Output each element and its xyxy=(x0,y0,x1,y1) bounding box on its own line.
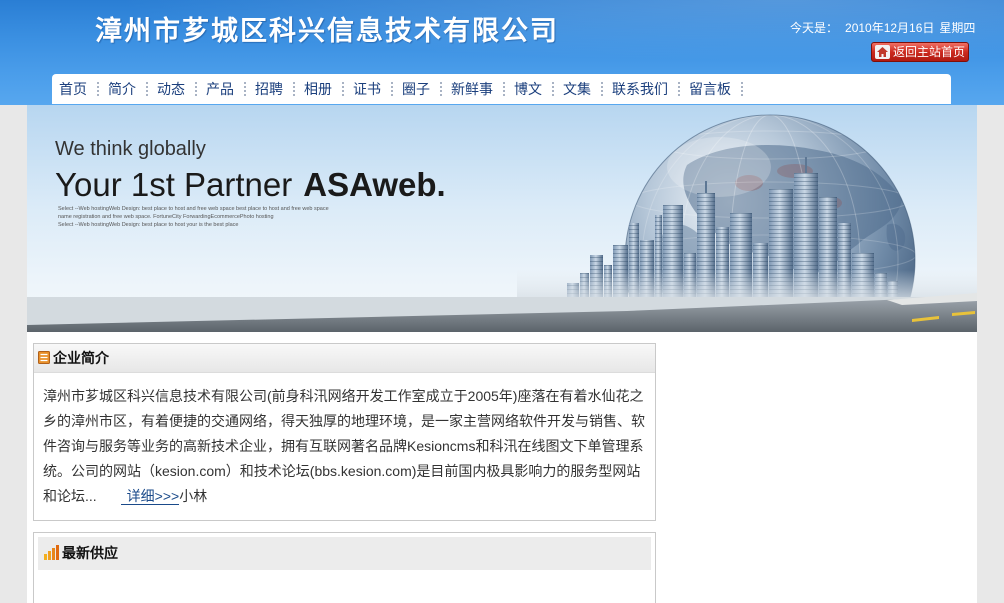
nav-item-circle[interactable]: 圈子 xyxy=(395,79,440,99)
date-value: 2010年12月16日 xyxy=(845,21,935,35)
site-header: 漳州市芗城区科兴信息技术有限公司 今天是： 2010年12月16日 星期四 返回主站… xyxy=(0,0,1004,105)
banner-tagline: We think globally xyxy=(55,138,206,160)
banner-headline: Your 1st Partner ASAweb. xyxy=(55,166,446,203)
nav-item-certificates[interactable]: 证书 xyxy=(346,79,391,99)
today-date: 今天是： 2010年12月16日 星期四 xyxy=(790,21,975,35)
panel-title: 最新供应 xyxy=(62,545,118,561)
company-intro-panel: 企业简介 漳州市芗城区科兴信息技术有限公司(前身科汛网络开发工作室成立于2005… xyxy=(33,343,656,521)
latest-supply-panel: 最新供应 xyxy=(33,532,656,603)
nav-separator xyxy=(678,82,680,96)
nav-separator xyxy=(195,82,197,96)
intro-line: 乡的漳州市区，有着便捷的交通网络，得天独厚的地理环境，是一家主营网络软件开发与销… xyxy=(43,413,645,429)
date-label: 今天是： xyxy=(790,21,839,35)
nav-item-home[interactable]: 首页 xyxy=(52,79,97,99)
nav-separator xyxy=(552,82,554,96)
nav-separator xyxy=(244,82,246,96)
nav-item-news[interactable]: 动态 xyxy=(150,79,195,99)
intro-line: 漳州市芗城区科兴信息技术有限公司(前身科汛网络开发工作室成立于2005年)座落在… xyxy=(43,388,644,404)
read-more-link[interactable]: 详细>>> xyxy=(120,488,180,505)
nav-separator xyxy=(503,82,505,96)
nav-separator xyxy=(293,82,295,96)
intro-line: 和论坛... 详细>>>小林 xyxy=(43,484,655,509)
nav-item-contact[interactable]: 联系我们 xyxy=(605,79,678,99)
nav-separator xyxy=(342,82,344,96)
nav-separator xyxy=(97,82,99,96)
banner-brand: ASAweb. xyxy=(303,166,445,203)
nav-item-album[interactable]: 相册 xyxy=(297,79,342,99)
nav-item-updates[interactable]: 新鲜事 xyxy=(444,79,503,99)
content-area: 企业简介 漳州市芗城区科兴信息技术有限公司(前身科汛网络开发工作室成立于2005… xyxy=(27,332,977,603)
nav-item-jobs[interactable]: 招聘 xyxy=(248,79,293,99)
home-icon xyxy=(875,45,890,59)
banner-small-text: Select --Web hostingWeb Design: best pla… xyxy=(58,206,329,212)
nav-separator xyxy=(391,82,393,96)
main-nav: 首页 简介 动态 产品 招聘 相册 证书 圈子 新鲜事 博文 文集 联系我们 留… xyxy=(52,74,951,104)
nav-separator xyxy=(440,82,442,96)
panel-header: 企业简介 xyxy=(34,344,655,373)
nav-separator xyxy=(146,82,148,96)
intro-line-end: 和论坛... xyxy=(43,488,97,504)
banner-small-text: Select --Web hostingWeb Design: best pla… xyxy=(58,222,238,228)
nav-item-about[interactable]: 简介 xyxy=(101,79,146,99)
intro-line: 件咨询与服务等业务的高新技术企业，拥有互联网著名品牌Kesioncms和科汛在线… xyxy=(43,438,644,454)
intro-line: 统。公司的网站（kesion.com）和技术论坛(bbs.kesion.com)… xyxy=(43,463,641,479)
nav-item-articles[interactable]: 文集 xyxy=(556,79,601,99)
right-column xyxy=(660,343,977,603)
site-title: 漳州市芗城区科兴信息技术有限公司 xyxy=(95,16,559,47)
nav-item-guestbook[interactable]: 留言板 xyxy=(682,79,741,99)
intro-text: 漳州市芗城区科兴信息技术有限公司(前身科汛网络开发工作室成立于2005年)座落在… xyxy=(34,373,655,509)
banner-headline-text: Your 1st Partner xyxy=(55,166,292,203)
author-name: 小林 xyxy=(179,488,208,504)
nav-separator xyxy=(741,82,743,96)
nav-separator xyxy=(601,82,603,96)
nav-item-blog[interactable]: 博文 xyxy=(507,79,552,99)
nav-item-products[interactable]: 产品 xyxy=(199,79,244,99)
banner: We think globally Your 1st Partner ASAweb… xyxy=(27,105,977,332)
return-home-button[interactable]: 返回主站首页 xyxy=(871,42,969,62)
bar-chart-icon xyxy=(43,545,60,560)
banner-small-text: name registration and free web space. Fo… xyxy=(58,214,274,220)
panel-header: 最新供应 xyxy=(38,537,651,570)
banner-image: We think globally Your 1st Partner ASAweb… xyxy=(27,105,977,332)
return-home-label: 返回主站首页 xyxy=(893,45,966,59)
list-icon xyxy=(38,351,50,364)
panel-title: 企业简介 xyxy=(53,350,109,366)
weekday: 星期四 xyxy=(939,21,976,35)
